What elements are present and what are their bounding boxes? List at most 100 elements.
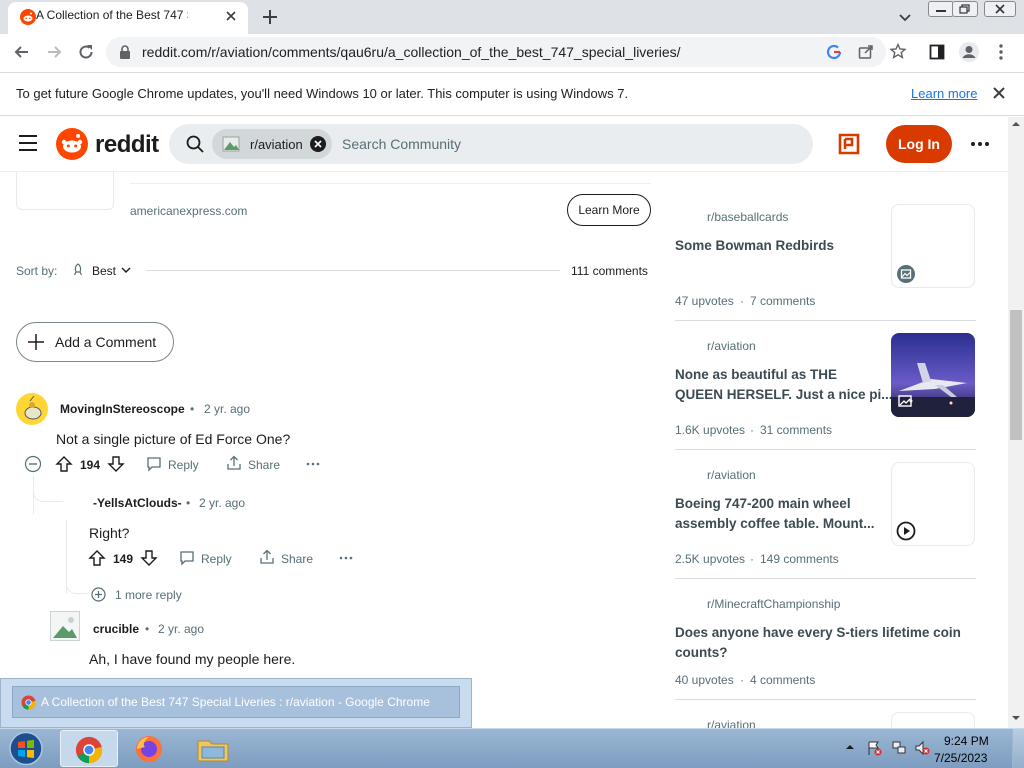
post-title[interactable]: QUEEN HERSELF. Just a nice pi... [675,385,893,405]
forward-arrow-icon[interactable] [44,42,64,62]
post-subreddit[interactable]: r/baseballcards [707,210,788,224]
reddit-wordmark[interactable]: reddit [95,131,159,159]
action-center-flag-icon[interactable] [866,740,882,756]
add-comment-button[interactable]: Add a Comment [16,322,174,362]
chrome-menu-icon[interactable] [996,43,1006,61]
tab-close-icon[interactable] [222,7,240,25]
reply-icon[interactable] [179,550,195,566]
taskbar-clock-date[interactable]: 7/25/2023 [934,751,987,765]
downvote-icon[interactable] [107,455,125,473]
comment-age[interactable]: 2 yr. ago [199,496,245,510]
post-subreddit[interactable]: r/MinecraftChampionship [707,597,840,611]
post-subreddit[interactable]: r/aviation [707,339,756,353]
more-options-icon[interactable] [970,141,990,147]
comment-author[interactable]: crucible [93,622,139,636]
more-replies-link[interactable]: 1 more reply [115,588,182,602]
collapse-thread-icon[interactable] [24,455,42,473]
lock-icon[interactable] [118,44,132,60]
post-thumbnail-photo[interactable] [891,333,975,417]
sort-chevron-down-icon[interactable] [120,265,132,275]
stats-separator: · [740,294,744,308]
taskbar-chrome-button[interactable] [60,730,118,767]
info-bar-text: To get future Google Chrome updates, you… [16,86,629,101]
avatar[interactable] [50,611,80,641]
share-button[interactable]: Share [281,552,313,566]
ad-thumbnail[interactable] [16,172,114,210]
firefox-icon[interactable] [134,734,164,764]
upvote-icon[interactable] [88,549,106,567]
post-title[interactable]: None as beautiful as THE [675,365,837,385]
downvote-icon[interactable] [140,549,158,567]
comment-text: Ah, I have found my people here. [89,651,296,667]
reply-button[interactable]: Reply [168,458,199,472]
expand-replies-icon[interactable] [91,587,106,602]
vote-count: 194 [80,458,101,472]
post-title[interactable]: counts? [675,643,728,663]
reply-icon[interactable] [146,456,162,472]
reddit-logo-icon[interactable] [56,128,88,160]
bookmark-star-icon[interactable] [890,43,906,59]
share-page-icon[interactable] [858,44,874,60]
new-tab-icon[interactable] [260,7,280,27]
comment-author[interactable]: -YellsAtClouds- [93,496,182,510]
post-thumbnail[interactable] [891,204,975,288]
post-comments[interactable]: 31 comments [760,423,832,437]
info-bar-learn-more-link[interactable]: Learn more [911,86,977,101]
ad-learn-more-button[interactable]: Learn More [567,194,651,226]
show-desktop-button[interactable] [1012,729,1024,768]
scrollbar-thumb[interactable] [1010,310,1022,440]
back-arrow-icon[interactable] [12,42,32,62]
post-title[interactable]: Boeing 747-200 main wheel [675,494,851,514]
advertise-icon[interactable] [838,133,860,155]
sort-value[interactable]: Best [92,264,116,278]
share-icon[interactable] [226,455,242,471]
comment-more-icon[interactable] [306,462,320,466]
scroll-down-arrow-icon[interactable] [1011,714,1021,722]
comment-author[interactable]: MovingInStereoscope [60,402,185,416]
google-lens-icon[interactable] [826,44,842,60]
search-input[interactable]: Search Community [342,136,461,152]
ad-domain[interactable]: americanexpress.com [130,204,247,218]
login-button[interactable]: Log In [886,125,952,163]
restore-button[interactable] [952,1,978,17]
hamburger-menu-icon[interactable] [18,134,38,152]
comment-age[interactable]: 2 yr. ago [158,622,204,636]
post-comments[interactable]: 7 comments [750,294,815,308]
scroll-up-arrow-icon[interactable] [1011,120,1021,128]
post-title[interactable]: assembly coffee table. Mount... [675,514,875,534]
plus-icon [27,333,45,351]
reply-button[interactable]: Reply [201,552,232,566]
post-title[interactable]: Does anyone have every S-tiers lifetime … [675,623,961,643]
post-upvotes: 40 upvotes [675,673,734,687]
network-icon[interactable] [891,740,907,756]
vote-count: 149 [113,552,134,566]
add-comment-label: Add a Comment [55,334,157,350]
reload-icon[interactable] [76,42,96,62]
post-thumbnail[interactable] [891,462,975,546]
comment-age[interactable]: 2 yr. ago [204,402,250,416]
post-comments[interactable]: 149 comments [760,552,839,566]
minimize-button[interactable] [928,1,954,17]
post-thumbnail[interactable] [891,712,975,728]
window-close-button[interactable] [984,1,1016,17]
share-button[interactable]: Share [248,458,280,472]
url-text[interactable]: reddit.com/r/aviation/comments/qau6ru/a_… [142,44,681,60]
info-bar-close-icon[interactable] [991,85,1007,101]
comment-count: 111 comments [571,264,648,278]
upvote-icon[interactable] [55,455,73,473]
tray-expand-icon[interactable] [845,743,855,751]
share-icon[interactable] [259,549,275,565]
post-comments[interactable]: 4 comments [750,673,815,687]
post-subreddit[interactable]: r/aviation [707,468,756,482]
clear-community-icon[interactable] [309,135,327,153]
profile-avatar-icon[interactable] [958,41,980,63]
avatar[interactable] [16,393,48,425]
volume-muted-icon[interactable] [914,740,930,756]
taskbar-clock-time[interactable]: 9:24 PM [944,734,989,748]
tab-search-chevron-icon[interactable] [896,9,914,27]
windows-start-icon[interactable] [6,730,46,767]
comment-more-icon[interactable] [339,556,353,560]
post-title[interactable]: Some Bowman Redbirds [675,236,834,256]
side-panel-icon[interactable] [929,44,945,60]
file-explorer-icon[interactable] [196,735,230,763]
